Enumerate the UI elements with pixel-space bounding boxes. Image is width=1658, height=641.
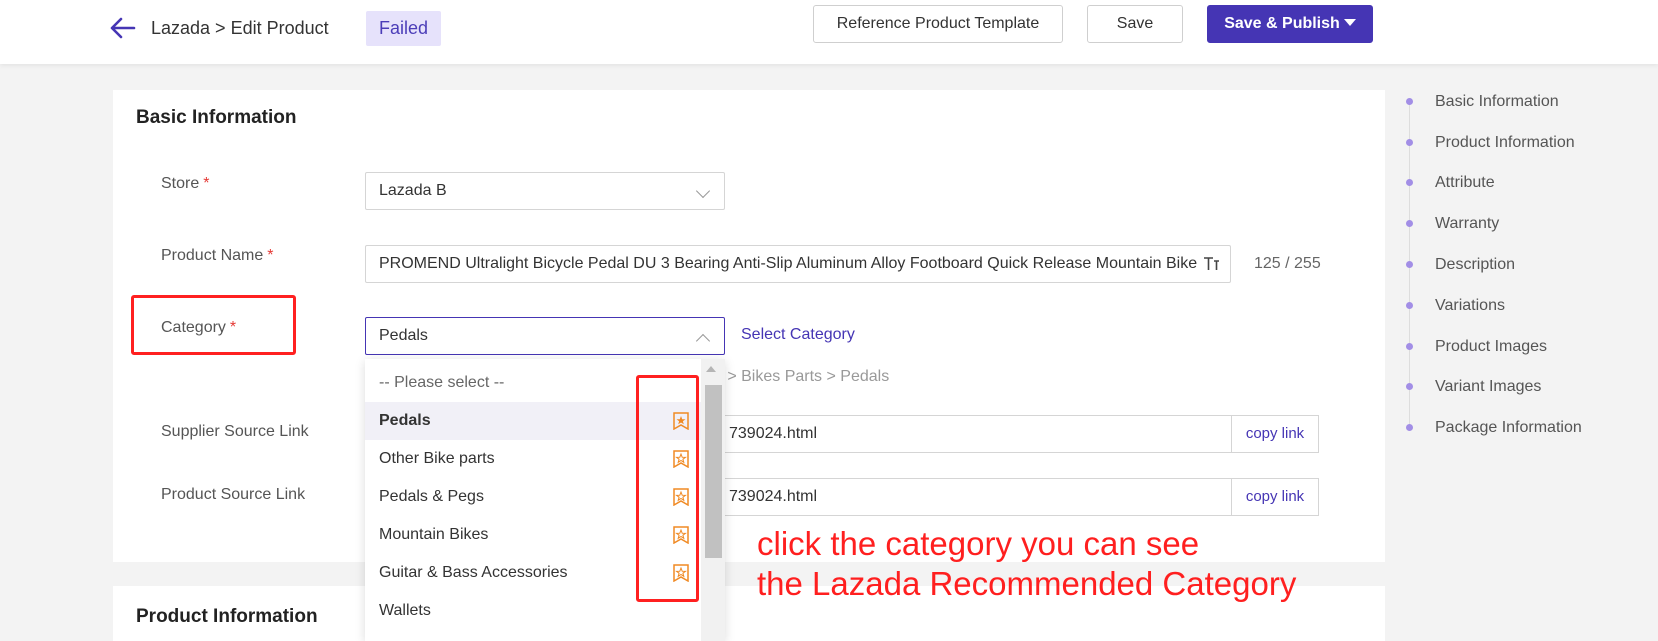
toc-dot (1406, 302, 1413, 309)
copy-product-link-button[interactable]: copy link (1231, 478, 1319, 516)
dropdown-item-label: Other Bike parts (379, 450, 495, 467)
dropdown-item-label: Wallets (379, 602, 431, 619)
toc-dot (1406, 98, 1413, 105)
basic-information-title: Basic Information (136, 107, 297, 128)
toc-dot (1406, 343, 1413, 350)
category-path: g > Bikes Parts > Pedals (714, 368, 890, 385)
product-source-link-input[interactable]: 739024.html (716, 478, 1232, 516)
store-select[interactable]: Lazada B (365, 172, 725, 210)
annotation-line-1: click the category you can see (757, 525, 1200, 562)
toc-item-package-information[interactable]: Package Information (1435, 419, 1582, 437)
scrollbar-thumb[interactable] (705, 385, 722, 558)
dropdown-item-label: Pedals & Pegs (379, 488, 484, 505)
save-button[interactable]: Save (1087, 5, 1183, 43)
toc-dot (1406, 261, 1413, 268)
supplier-source-link-label: Supplier Source Link (161, 423, 309, 440)
toc-item-basic-information[interactable]: Basic Information (1435, 93, 1559, 111)
supplier-source-link-value: 739024.html (729, 425, 818, 442)
store-select-value: Lazada B (379, 182, 447, 199)
save-publish-label: Save & Publish (1224, 15, 1340, 32)
toc-item-warranty[interactable]: Warranty (1435, 215, 1499, 233)
recommended-icons-highlight (636, 375, 699, 602)
top-bar: Lazada > Edit Product Failed Reference P… (0, 0, 1658, 64)
scroll-up-arrow-icon[interactable] (706, 366, 716, 372)
status-badge: Failed (366, 11, 442, 46)
toc-item-description[interactable]: Description (1435, 256, 1515, 274)
toc-item-attribute[interactable]: Attribute (1435, 174, 1495, 192)
product-name-value: PROMEND Ultralight Bicycle Pedal DU 3 Be… (379, 255, 1198, 272)
toc-item-variations[interactable]: Variations (1435, 297, 1505, 315)
toc-dot (1406, 383, 1413, 390)
dropdown-item-label: Guitar & Bass Accessories (379, 564, 568, 581)
required-mark: * (203, 175, 210, 192)
dropdown-item-label: Pedals (379, 412, 431, 429)
product-name-counter: 125 / 255 (1254, 255, 1321, 272)
toc-dot (1406, 179, 1413, 186)
save-publish-button[interactable]: Save & Publish (1207, 5, 1373, 43)
toc-item-product-information[interactable]: Product Information (1435, 134, 1575, 152)
toc-dot (1406, 139, 1413, 146)
store-label: Store * (161, 175, 210, 192)
category-select[interactable]: Pedals (365, 317, 725, 355)
toc-item-product-images[interactable]: Product Images (1435, 338, 1547, 356)
reference-template-button[interactable]: Reference Product Template (813, 5, 1063, 43)
breadcrumb: Lazada > Edit Product (151, 18, 329, 38)
product-name-label: Product Name * (161, 247, 274, 264)
supplier-source-link-input[interactable]: 739024.html (716, 415, 1232, 453)
arrow-left-icon[interactable] (108, 16, 136, 40)
category-label-highlight (131, 295, 296, 355)
chevron-up-icon (695, 333, 711, 349)
toc-item-variant-images[interactable]: Variant Images (1435, 378, 1541, 396)
chevron-down-icon (695, 183, 711, 199)
annotation-note: click the category you can see the Lazad… (757, 524, 1296, 604)
category-select-value: Pedals (379, 327, 428, 344)
translate-icon[interactable] (1201, 254, 1221, 274)
product-information-title: Product Information (136, 606, 318, 627)
copy-supplier-link-button[interactable]: copy link (1231, 415, 1319, 453)
toc-dot (1406, 424, 1413, 431)
annotation-line-2: the Lazada Recommended Category (757, 565, 1297, 602)
required-mark: * (267, 247, 274, 264)
product-source-link-value: 739024.html (729, 488, 818, 505)
caret-down-icon (1343, 19, 1356, 26)
product-name-input[interactable]: PROMEND Ultralight Bicycle Pedal DU 3 Be… (365, 245, 1231, 283)
select-category-link[interactable]: Select Category (741, 326, 855, 344)
product-source-link-label: Product Source Link (161, 486, 306, 503)
dropdown-item-label: Mountain Bikes (379, 526, 489, 543)
toc-dot (1406, 220, 1413, 227)
